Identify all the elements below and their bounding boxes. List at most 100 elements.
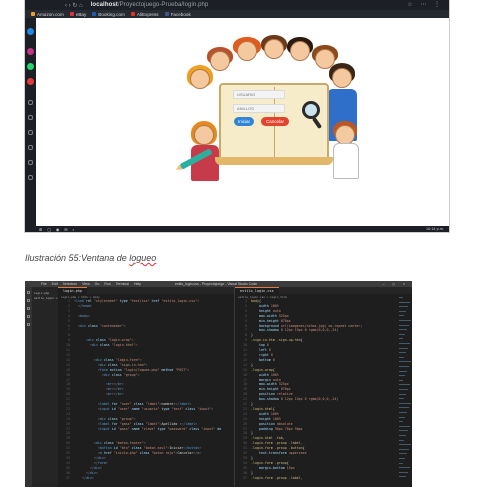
kid-body — [333, 143, 359, 179]
navigation-icons[interactable]: ‹ › ↻ ⌂ — [65, 2, 83, 9]
bookmark-aliexpress[interactable]: AliExpress — [130, 12, 159, 17]
ebay-icon — [69, 12, 74, 16]
menu-file[interactable]: File — [41, 282, 47, 286]
minimap-line — [399, 444, 411, 446]
minimap-line — [399, 343, 410, 344]
minimap-line — [399, 320, 411, 321]
minimap-line — [399, 393, 406, 395]
minimap-line — [399, 389, 408, 390]
whatsapp-icon[interactable] — [27, 63, 34, 70]
bookmark-ebay[interactable]: eBay — [69, 12, 86, 17]
instagram-icon[interactable] — [27, 48, 34, 55]
history-icon[interactable] — [28, 100, 33, 105]
minimap-line — [399, 356, 404, 358]
minimap[interactable] — [398, 294, 412, 487]
explorer-file[interactable]: estilo_login.css — [34, 296, 61, 300]
minimap-line — [399, 412, 407, 413]
css-code: 1 body{ 2 width:100%; 3 height:auto; 4 ma… — [243, 299, 363, 480]
messenger-icon[interactable] — [27, 28, 34, 35]
clock-icon[interactable] — [28, 160, 33, 165]
tab-login-php[interactable]: login.php — [58, 287, 87, 294]
minimap-line — [399, 315, 404, 317]
bookmark-amazon[interactable]: Amazon.com — [31, 12, 64, 17]
kid-head — [237, 41, 257, 61]
menu-view[interactable]: View — [82, 282, 90, 286]
login-illustration: Iniciar Cancelar — [177, 35, 366, 190]
browser-screenshot: ‹ › ↻ ⌂ localhost/Proyectojuego-Prueba/l… — [25, 0, 449, 232]
cancel-button[interactable]: Cancelar — [261, 117, 289, 126]
html-tab-bar: login.php — [58, 287, 234, 294]
minimap-line — [399, 361, 411, 363]
minimap-line — [399, 306, 408, 308]
minimap-line — [399, 458, 405, 459]
kid-head — [290, 41, 310, 61]
menu-selection[interactable]: Selection — [63, 282, 77, 286]
minimap-line — [399, 366, 409, 367]
menu-terminal[interactable]: Terminal — [116, 282, 129, 286]
caption-text: Ilustración 55:Ventana de — [25, 253, 130, 263]
activity-bar — [25, 287, 32, 487]
source-control-icon[interactable] — [27, 307, 30, 310]
usuario-input[interactable] — [233, 90, 285, 99]
tab-estilo-login-css[interactable]: estilo_login.css — [235, 287, 279, 294]
browser-menu-icons[interactable]: ☆ ⋯ ⋮ — [407, 1, 443, 8]
menu-help[interactable]: Help — [134, 282, 141, 286]
minimap-line — [399, 425, 410, 427]
css-editor-pane[interactable]: estilo_login.css estilo_login.css > logi… — [234, 287, 412, 487]
url-path: /Proyectojuego-Prueba/login.php — [117, 2, 209, 8]
minimap-line — [399, 297, 403, 298]
extensions-icon[interactable] — [28, 130, 33, 135]
minimap-line — [399, 347, 408, 349]
aliexpress-icon — [130, 12, 135, 16]
browser-toolbar: ‹ › ↻ ⌂ localhost/Proyectojuego-Prueba/l… — [25, 0, 449, 10]
settings-icon[interactable] — [28, 175, 33, 180]
page-viewport: Iniciar Cancelar — [36, 18, 449, 232]
minimap-line — [399, 379, 403, 381]
files-icon[interactable] — [27, 291, 30, 294]
kid-head — [332, 68, 352, 88]
kid-head — [194, 125, 214, 145]
music-icon[interactable] — [27, 78, 34, 85]
address-bar[interactable]: localhost/Proyectojuego-Prueba/login.php — [91, 2, 209, 8]
booking-icon — [92, 12, 97, 16]
bookmark-facebook[interactable]: Facebook — [164, 12, 191, 17]
minimap-line — [399, 338, 403, 340]
minimap-line — [399, 467, 410, 469]
debug-icon[interactable] — [27, 315, 30, 318]
login-button[interactable]: Iniciar — [234, 117, 254, 126]
kid-head — [335, 125, 355, 145]
extensions-icon[interactable] — [27, 323, 30, 326]
password-input[interactable] — [233, 104, 285, 113]
css-tab-bar: estilo_login.css — [235, 287, 412, 294]
caption-misspelled-word: logueo — [129, 253, 157, 263]
minimap-line — [399, 462, 403, 464]
book-cover — [215, 157, 333, 165]
menu-edit[interactable]: Edit — [52, 282, 58, 286]
minimap-line — [399, 439, 404, 441]
taskbar-icons[interactable]: ⊞ ▢ ◉ ✉ ◐ — [39, 227, 77, 232]
minimap-line — [399, 402, 411, 404]
bookmarks-bar: Amazon.com eBay Booking.com AliExpress F… — [25, 10, 449, 18]
amazon-icon — [31, 12, 35, 16]
search-icon[interactable] — [27, 299, 30, 302]
figure-caption: Ilustración 55:Ventana de logueo — [25, 253, 156, 263]
taskbar: ⊞ ▢ ◉ ✉ ◐ 10:14 p.m. — [25, 226, 449, 232]
kid-head — [210, 51, 230, 71]
kid-head — [264, 39, 284, 59]
window-controls[interactable]: – ▢ ✕ — [382, 282, 408, 286]
facebook-icon — [164, 12, 169, 16]
minimap-line — [399, 352, 406, 354]
play-icon[interactable] — [28, 115, 33, 120]
html-editor-pane[interactable]: login.php login.php > html > body 1 <link… — [58, 287, 234, 487]
explorer-file[interactable]: login.php — [34, 291, 49, 295]
minimap-line — [399, 329, 407, 331]
editor-menu: File Edit Selection View Go Run Terminal Help — [41, 282, 146, 286]
bookmark-booking[interactable]: Booking.com — [92, 12, 125, 17]
menu-run[interactable]: Run — [104, 282, 110, 286]
minimap-line — [399, 421, 403, 423]
heart-icon[interactable] — [28, 145, 33, 150]
menu-go[interactable]: Go — [95, 282, 100, 286]
url-host: localhost — [90, 2, 118, 8]
minimap-line — [399, 476, 406, 478]
minimap-line — [399, 310, 406, 312]
